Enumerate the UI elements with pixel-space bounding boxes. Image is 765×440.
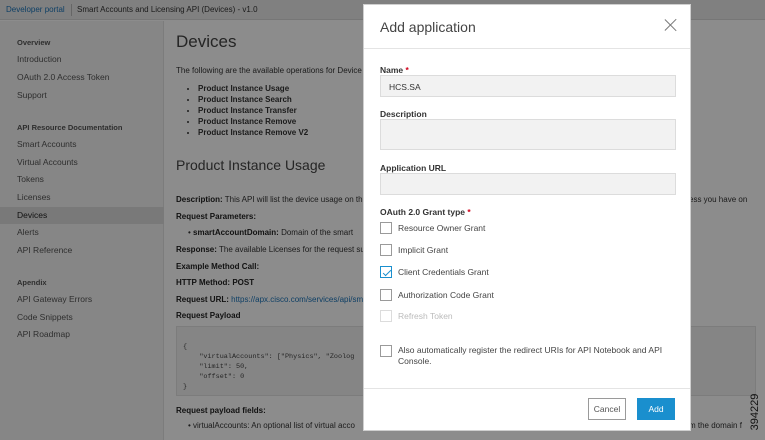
checkbox[interactable] (380, 345, 392, 357)
dialog-header: Add application (364, 5, 690, 49)
description-field[interactable] (380, 119, 676, 150)
grant-label: Client Credentials Grant (398, 267, 489, 277)
checkbox-checked[interactable] (380, 266, 392, 278)
description-label: Description (380, 109, 427, 119)
application-url-field[interactable] (380, 173, 676, 195)
checkbox-disabled (380, 310, 392, 322)
add-application-dialog: Add application Name * HCS.SA Descriptio… (363, 4, 691, 431)
required-mark: * (467, 207, 471, 217)
name-field[interactable]: HCS.SA (380, 75, 676, 97)
checkbox[interactable] (380, 289, 392, 301)
close-icon[interactable] (664, 18, 678, 32)
dialog-footer-divider (364, 388, 690, 389)
cancel-button[interactable]: Cancel (588, 398, 626, 420)
figure-id: 394229 (749, 393, 761, 431)
grant-label: Implicit Grant (398, 245, 449, 255)
add-button[interactable]: Add (637, 398, 675, 420)
dialog-title: Add application (380, 19, 476, 35)
name-label: Name * (380, 65, 409, 75)
grant-type-label: OAuth 2.0 Grant type * (380, 207, 471, 217)
checkbox[interactable] (380, 244, 392, 256)
required-mark: * (405, 65, 409, 75)
checkbox[interactable] (380, 222, 392, 234)
application-url-label: Application URL (380, 163, 447, 173)
auto-register-text: Also automatically register the redirect… (398, 345, 663, 366)
auto-register-option[interactable]: Also automatically register the redirect… (380, 345, 676, 367)
grant-label: Authorization Code Grant (398, 290, 494, 300)
grant-label: Resource Owner Grant (398, 223, 486, 233)
grant-label: Refresh Token (398, 311, 453, 321)
